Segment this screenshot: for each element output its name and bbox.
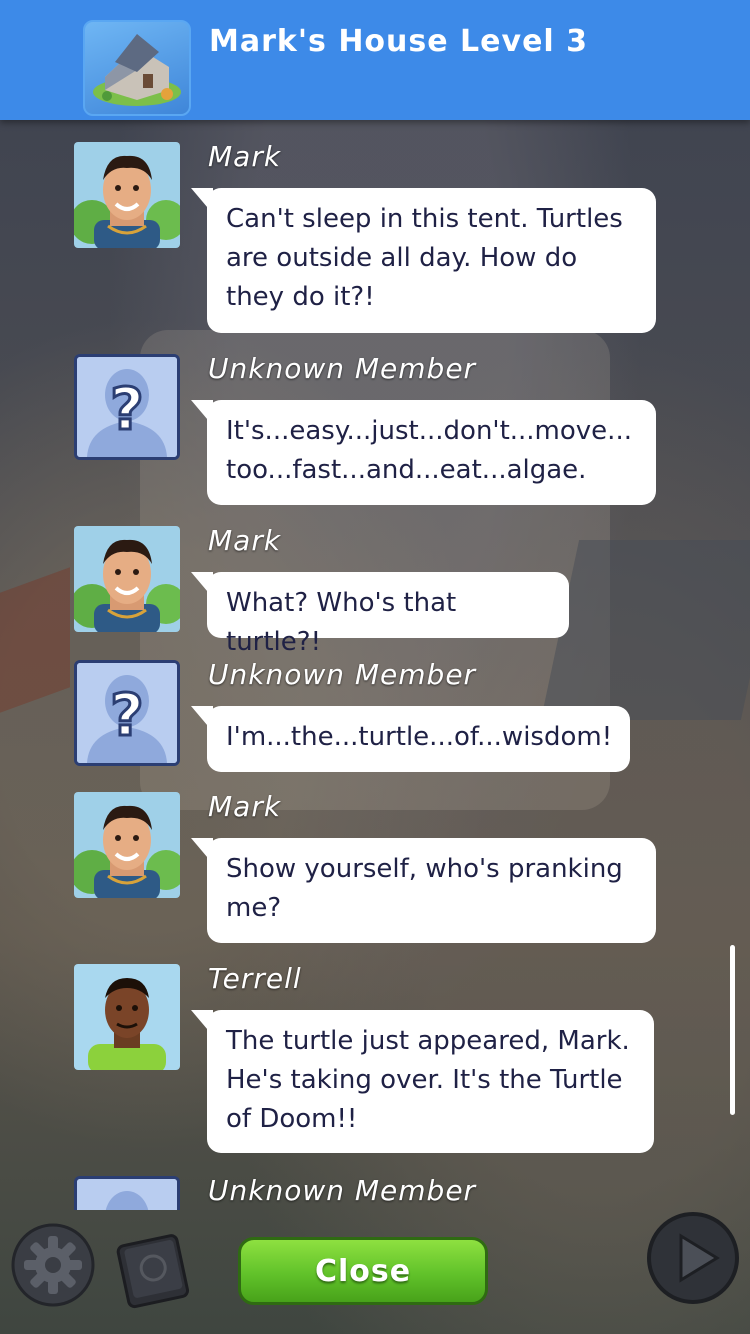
avatar-unknown[interactable]: ?: [74, 354, 180, 460]
message-bubble: The turtle just appeared, Mark. He's tak…: [191, 1010, 654, 1153]
sender-name: Unknown Member: [208, 658, 477, 691]
close-button[interactable]: Close: [238, 1237, 488, 1305]
chat-log[interactable]: Mark Can't sleep in this tent. Turtles a…: [0, 120, 750, 1210]
avatar-unknown[interactable]: ?: [74, 660, 180, 766]
house-thumbnail-icon: [83, 20, 191, 116]
message-bubble: What? Who's that turtle?!: [191, 572, 569, 657]
sender-name: Unknown Member: [208, 1174, 477, 1207]
chat-scrollbar[interactable]: [730, 945, 735, 1115]
sender-name: Mark: [208, 140, 282, 173]
avatar-mark[interactable]: [74, 142, 180, 248]
avatar-mark[interactable]: [74, 792, 180, 898]
sender-name: Mark: [208, 790, 282, 823]
avatar-unknown[interactable]: [74, 1176, 180, 1210]
message-bubble: I'm...the...turtle...of...wisdom!: [191, 706, 630, 772]
chat-header: Mark's House Level 3: [0, 0, 750, 120]
book-icon[interactable]: [108, 1222, 198, 1312]
message-bubble: Show yourself, who's pranking me?: [191, 838, 656, 943]
svg-text:?: ?: [110, 375, 144, 443]
chat-title: Mark's House Level 3: [209, 24, 589, 59]
message-bubble: Can't sleep in this tent. Turtles are ou…: [191, 188, 656, 333]
avatar-terrell[interactable]: [74, 964, 180, 1070]
sender-name: Terrell: [208, 962, 302, 995]
gear-icon[interactable]: [10, 1222, 96, 1308]
play-icon[interactable]: [645, 1210, 741, 1306]
avatar-mark[interactable]: [74, 526, 180, 632]
message-bubble: It's...easy...just...don't...move... too…: [191, 400, 656, 505]
svg-text:?: ?: [110, 681, 144, 749]
sender-name: Unknown Member: [208, 352, 477, 385]
sender-name: Mark: [208, 524, 282, 557]
